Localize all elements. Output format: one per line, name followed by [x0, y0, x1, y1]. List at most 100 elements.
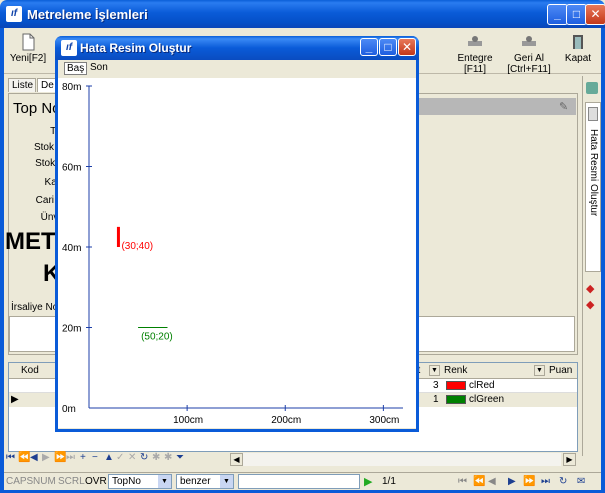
integrate-shortcut: [F11]	[463, 64, 487, 75]
document-icon	[588, 107, 598, 121]
prev-page-icon[interactable]: ⏪	[18, 452, 30, 463]
scrl-indicator: SCRL	[58, 476, 85, 487]
status-last-icon[interactable]: ⏭	[541, 476, 550, 487]
horizontal-scrollbar[interactable]	[243, 453, 561, 466]
num-indicator: NUM	[33, 476, 56, 487]
status-prev-icon[interactable]: ◀	[488, 476, 496, 487]
goto-bookmark-icon[interactable]: ✱	[164, 452, 172, 463]
undo-label: Geri Al	[513, 53, 544, 64]
side-image-icon[interactable]	[586, 82, 598, 94]
side-panel: Hata Resmi Oluştur ◆ ◆	[582, 76, 601, 456]
search-input[interactable]	[238, 474, 360, 489]
color-swatch-green	[446, 395, 466, 404]
delete-record-icon[interactable]: −	[92, 452, 98, 463]
status-next-icon[interactable]: ▶	[508, 476, 516, 487]
column-renk[interactable]: Renk	[444, 364, 467, 378]
next-record-icon[interactable]: ▶	[42, 452, 50, 463]
y-tick-label: 40m	[62, 243, 81, 254]
next-page-icon[interactable]: ⏩	[54, 452, 66, 463]
x-tick-label: 100cm	[173, 415, 203, 426]
first-record-icon[interactable]: ⏮	[6, 452, 15, 463]
cancel-record-icon[interactable]: ✕	[128, 452, 136, 463]
header-strip	[419, 98, 576, 115]
refresh-icon[interactable]: ↻	[140, 452, 148, 463]
defect-marks: (30;40) (50;20)	[116, 226, 173, 343]
menu-end[interactable]: Son	[88, 62, 110, 73]
row-pointer-icon: ▶	[11, 394, 19, 405]
app-logo-icon: ıf	[6, 6, 22, 22]
dialog-title: Hata Resim Oluştur	[80, 41, 192, 55]
new-document-icon	[22, 33, 35, 51]
search-field-value: TopNo	[112, 476, 141, 487]
add-record-icon[interactable]: +	[80, 452, 86, 463]
dialog-close-button[interactable]: ✕	[398, 38, 416, 56]
status-next-page-icon[interactable]: ⏩	[523, 476, 535, 487]
filter-icon[interactable]: ⏷	[176, 452, 184, 463]
post-record-icon[interactable]: ✓	[116, 452, 124, 463]
new-button-label: Yeni[F2]	[9, 53, 47, 64]
last-record-icon[interactable]: ⏭	[66, 452, 75, 463]
color-swatch-red	[446, 381, 466, 390]
maximize-button[interactable]: □	[566, 4, 587, 25]
defect-label: (30;40)	[121, 241, 153, 252]
tool-red-icon-2[interactable]: ◆	[586, 298, 594, 311]
dialog-maximize-button[interactable]: □	[379, 38, 397, 56]
column-puan[interactable]: Puan	[549, 364, 572, 378]
close-form-button[interactable]: Kapat	[562, 30, 594, 72]
scroll-right-button[interactable]: ▶	[563, 453, 576, 466]
exit-door-icon	[573, 35, 583, 49]
y-tick-label: 80m	[62, 82, 81, 93]
row-adet: 3	[433, 380, 439, 391]
tool-red-icon[interactable]: ◆	[586, 282, 594, 295]
y-tick-label: 0m	[62, 404, 76, 415]
side-tab-error-image[interactable]: Hata Resmi Oluştur	[585, 102, 601, 272]
undo-button[interactable]: Geri Al [Ctrl+F11]	[504, 30, 554, 75]
row-renk: clRed	[469, 380, 495, 391]
integrate-label: Entegre	[457, 53, 493, 64]
scroll-left-button[interactable]: ◀	[230, 453, 243, 466]
close-button[interactable]: ✕	[585, 4, 605, 25]
chart-area: 0m 20m 40m 60m 80m 100cm 200cm 300cm (30;40) (5…	[58, 78, 416, 428]
match-mode-value: benzer	[180, 476, 211, 487]
new-button[interactable]: Yeni[F2]	[8, 30, 48, 72]
app-title: Metreleme İşlemleri	[27, 7, 148, 22]
bookmark-icon[interactable]: ✱	[152, 452, 160, 463]
search-go-icon[interactable]: ▶	[364, 475, 378, 489]
search-field-combo[interactable]: TopNo ▼	[108, 474, 172, 489]
status-refresh-icon[interactable]: ↻	[559, 476, 567, 487]
y-ticks: 0m 20m 40m 60m 80m	[62, 82, 92, 415]
undo-icon	[522, 36, 536, 46]
menu-print[interactable]: Baş	[64, 62, 88, 75]
page-indicator: 1/1	[382, 476, 396, 487]
status-prev-page-icon[interactable]: ⏪	[473, 476, 485, 487]
x-tick-label: 300cm	[369, 415, 399, 426]
integrate-icon	[468, 36, 482, 46]
defect-chart[interactable]: 0m 20m 40m 60m 80m 100cm 200cm 300cm (30;40) (5…	[58, 78, 416, 428]
dialog-minimize-button[interactable]: _	[360, 38, 378, 56]
dialog-title-bar: ıf Hata Resim Oluştur _ □ ✕	[55, 36, 419, 60]
status-first-icon[interactable]: ⏮	[458, 476, 467, 487]
match-mode-combo[interactable]: benzer ▼	[176, 474, 234, 489]
y-tick-label: 20m	[62, 324, 81, 335]
irsaliye-label: İrsaliye No	[11, 302, 59, 313]
edit-record-icon[interactable]: ▲	[104, 452, 114, 463]
app-title-bar: ıf Metreleme İşlemleri _ □ ✕	[0, 0, 605, 28]
form-heading: Top No	[13, 100, 61, 117]
status-export-icon[interactable]: ✉	[577, 476, 585, 487]
ovr-indicator: OVR	[85, 476, 107, 487]
chevron-down-icon[interactable]: ▼	[158, 475, 171, 488]
x-tick-label: 200cm	[271, 415, 301, 426]
caps-indicator: CAPS	[6, 476, 34, 487]
y-tick-label: 60m	[62, 163, 81, 174]
row-adet: 1	[433, 394, 439, 405]
tab-liste[interactable]: Liste	[8, 78, 36, 92]
integrate-button[interactable]: Entegre [F11]	[452, 30, 498, 75]
minimize-button[interactable]: _	[547, 4, 568, 25]
adet-dropdown-icon[interactable]: ▼	[429, 365, 440, 376]
pencil-icon[interactable]: ✎	[559, 100, 568, 113]
column-kod[interactable]: Kod	[21, 364, 39, 378]
defect-label: (50;20)	[141, 332, 173, 343]
chevron-down-icon[interactable]: ▼	[220, 475, 233, 488]
renk-dropdown-icon[interactable]: ▼	[534, 365, 545, 376]
prev-record-icon[interactable]: ◀	[30, 452, 38, 463]
